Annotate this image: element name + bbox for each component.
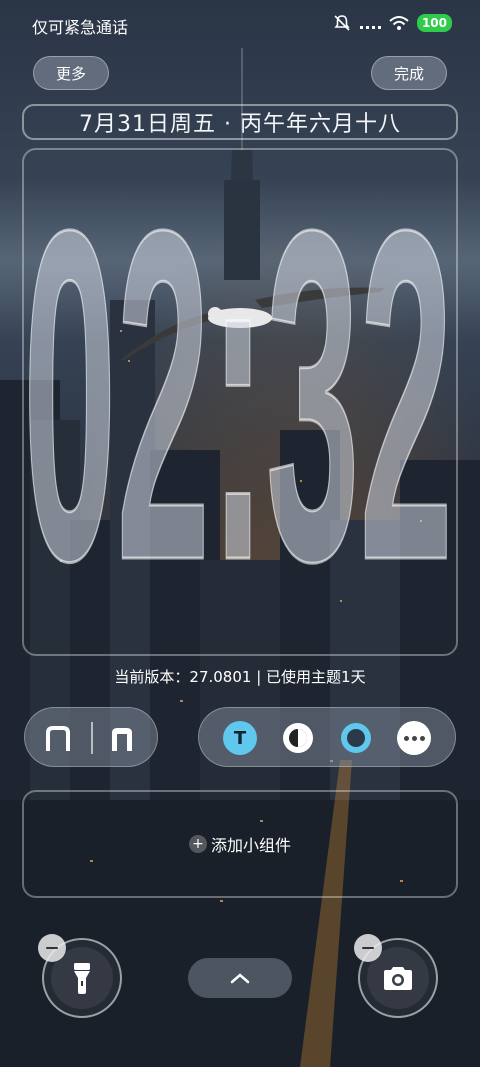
date-lunar-line[interactable]: 7月31日周五 · 丙午年六月十八 [22, 104, 458, 140]
shortcut-style-selector[interactable] [24, 707, 158, 767]
flashlight-icon [74, 963, 90, 994]
plus-icon: + [188, 835, 207, 853]
divider [91, 722, 93, 754]
chevron-up-icon [230, 973, 250, 984]
camera-icon [384, 967, 412, 990]
battery-icon: 100 [416, 14, 452, 32]
widget-area[interactable]: + 添加小组件 [22, 790, 458, 898]
text-style-option[interactable]: T [223, 721, 257, 755]
arch-filled-style-icon[interactable] [109, 725, 135, 751]
contrast-style-icon[interactable] [281, 721, 315, 755]
add-widget-label: 添加小组件 [210, 836, 291, 855]
ring-style-icon[interactable] [339, 721, 373, 755]
swipe-up-handle[interactable] [188, 958, 292, 998]
more-styles-icon[interactable] [397, 721, 431, 755]
done-button[interactable]: 完成 [371, 56, 447, 90]
clock-display: 02:32 [22, 148, 455, 656]
status-bar: 仅可紧急通话 100 [0, 0, 480, 48]
signal-dots-icon [359, 26, 381, 29]
remove-camera-button[interactable] [354, 934, 382, 962]
mute-icon [334, 15, 350, 31]
more-button[interactable]: 更多 [33, 56, 109, 90]
arch-style-icon[interactable] [45, 725, 71, 751]
clock-style-options[interactable]: T [198, 707, 456, 767]
theme-version-text: 当前版本：27.0801 | 已使用主题1天 [114, 668, 366, 686]
carrier-label: 仅可紧急通话 [32, 18, 129, 37]
status-icons: 100 [333, 14, 452, 32]
wifi-icon [389, 16, 409, 30]
clock-time: 02:32 [23, 148, 453, 656]
remove-flashlight-button[interactable] [38, 934, 66, 962]
